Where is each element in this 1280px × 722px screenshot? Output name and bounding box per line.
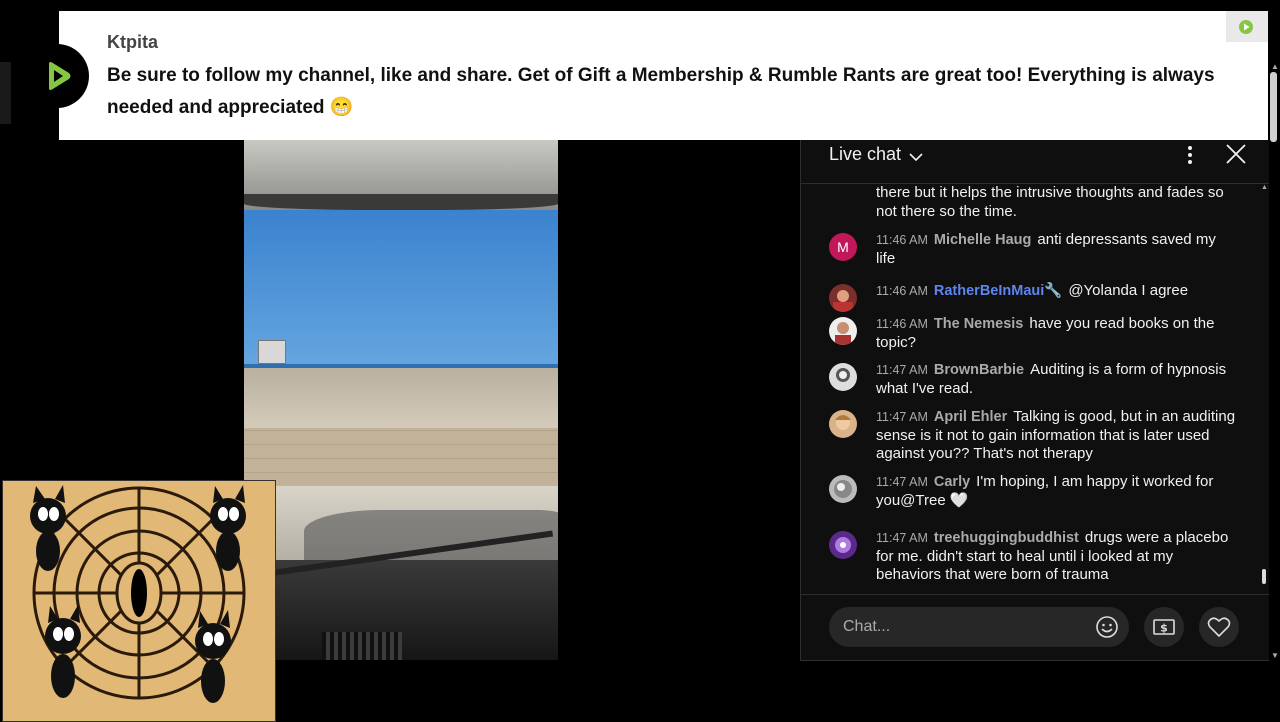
message-text: @Yolanda I agree bbox=[1068, 282, 1189, 299]
heart-icon bbox=[1207, 617, 1231, 638]
video-wall bbox=[244, 428, 558, 486]
pinned-banner: Ktpita Be sure to follow my channel, lik… bbox=[59, 11, 1268, 140]
message-author[interactable]: treehuggingbuddhist bbox=[934, 530, 1079, 546]
avatar[interactable]: M bbox=[829, 233, 857, 261]
message-author[interactable]: The Nemesis bbox=[934, 316, 1023, 332]
video-vent bbox=[322, 632, 402, 660]
chat-title: Live chat bbox=[829, 144, 902, 164]
message-time: 11:47 AM bbox=[876, 410, 928, 424]
rumble-icon bbox=[25, 44, 89, 108]
message-author[interactable]: Carly bbox=[934, 474, 970, 490]
chat-footer: Chat... $ bbox=[801, 594, 1269, 661]
live-chat-panel: Live chat there but it helps the intrusi… bbox=[800, 140, 1269, 661]
close-icon[interactable] bbox=[1225, 143, 1247, 165]
avatar[interactable] bbox=[829, 284, 857, 312]
more-vert-icon[interactable] bbox=[1183, 144, 1197, 166]
message-author[interactable]: April Ehler bbox=[934, 409, 1007, 425]
message-time: 11:47 AM bbox=[876, 363, 928, 377]
avatar[interactable] bbox=[829, 363, 857, 391]
avatar[interactable] bbox=[829, 410, 857, 438]
like-button[interactable] bbox=[1199, 607, 1239, 647]
dollar-icon: $ bbox=[1153, 619, 1175, 635]
scroll-thumb[interactable] bbox=[1270, 72, 1277, 142]
message-author[interactable]: RatherBeInMaui🔧 bbox=[934, 283, 1062, 299]
lifeguard-tower bbox=[258, 340, 286, 364]
chevron-down-icon[interactable] bbox=[909, 152, 923, 162]
message-author[interactable]: BrownBarbie bbox=[934, 362, 1024, 378]
cartoon-cats-wheel-image bbox=[3, 481, 275, 721]
page-scrollbar[interactable]: ▲ ▼ bbox=[1268, 62, 1280, 660]
message-author[interactable]: Michelle Haug bbox=[934, 232, 1032, 248]
message-text: Talking is good, but in an auditing sens… bbox=[876, 408, 1236, 462]
message-time: 11:46 AM bbox=[876, 284, 928, 298]
chat-scrollbar[interactable]: ▲ bbox=[1259, 184, 1269, 594]
chat-message-list[interactable]: there but it helps the intrusive thought… bbox=[801, 184, 1259, 594]
message-time: 11:47 AM bbox=[876, 475, 928, 489]
message-time: 11:47 AM bbox=[876, 531, 928, 545]
message-time: 11:46 AM bbox=[876, 233, 928, 247]
banner-message: Be sure to follow my channel, like and s… bbox=[107, 65, 1215, 118]
banner-username: Ktpita bbox=[107, 32, 158, 52]
emoji-icon[interactable] bbox=[1095, 615, 1119, 639]
avatar[interactable] bbox=[829, 475, 857, 503]
rant-button[interactable]: $ bbox=[1144, 607, 1184, 647]
svg-text:$: $ bbox=[1160, 622, 1168, 635]
scroll-down-icon[interactable]: ▼ bbox=[1271, 651, 1279, 660]
overlay-artwork bbox=[2, 480, 276, 722]
avatar[interactable] bbox=[829, 317, 857, 345]
rumble-small-icon bbox=[1239, 19, 1253, 34]
chat-input-placeholder: Chat... bbox=[843, 618, 891, 635]
message-text: there but it helps the intrusive thought… bbox=[876, 184, 1224, 220]
message-time: 11:46 AM bbox=[876, 317, 928, 331]
chat-title-dropdown[interactable]: Live chat bbox=[829, 144, 901, 165]
chat-header: Live chat bbox=[801, 140, 1269, 184]
video-player[interactable] bbox=[244, 140, 558, 660]
video-roof-edge bbox=[244, 194, 558, 210]
chat-scroll-up-icon[interactable]: ▲ bbox=[1261, 184, 1268, 191]
chat-scroll-thumb[interactable] bbox=[1262, 569, 1266, 584]
left-edge-strip bbox=[0, 62, 11, 124]
chat-input[interactable]: Chat... bbox=[829, 607, 1129, 647]
message-text: Auditing is a form of hypnosis what I've… bbox=[876, 361, 1227, 397]
banner-corner-badge[interactable] bbox=[1226, 11, 1268, 42]
avatar[interactable] bbox=[829, 531, 857, 559]
scroll-up-icon[interactable]: ▲ bbox=[1271, 62, 1279, 71]
